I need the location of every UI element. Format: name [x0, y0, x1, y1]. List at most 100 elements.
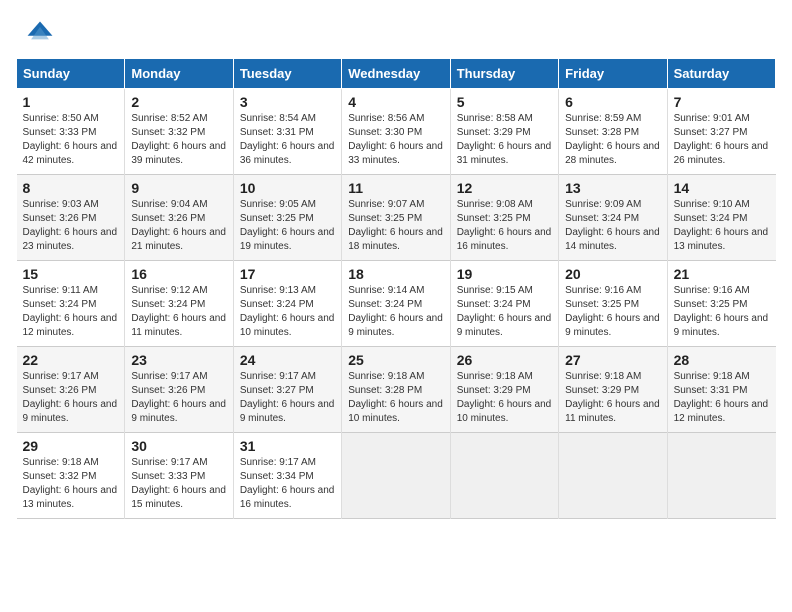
day-info: Sunrise: 9:12 AM Sunset: 3:24 PM Dayligh…: [131, 284, 226, 340]
day-info: Sunrise: 9:17 AM Sunset: 3:27 PM Dayligh…: [240, 370, 335, 426]
day-number: 14: [674, 180, 770, 196]
day-number: 25: [348, 352, 443, 368]
calendar-cell: 11 Sunrise: 9:07 AM Sunset: 3:25 PM Dayl…: [342, 175, 450, 261]
calendar-cell: 21 Sunrise: 9:16 AM Sunset: 3:25 PM Dayl…: [667, 261, 775, 347]
day-number: 19: [457, 266, 552, 282]
day-number: 29: [23, 438, 119, 454]
calendar-cell: 30 Sunrise: 9:17 AM Sunset: 3:33 PM Dayl…: [125, 433, 233, 519]
day-number: 22: [23, 352, 119, 368]
calendar-cell: [450, 433, 558, 519]
day-info: Sunrise: 9:17 AM Sunset: 3:26 PM Dayligh…: [131, 370, 226, 426]
day-number: 27: [565, 352, 660, 368]
day-number: 7: [674, 94, 770, 110]
day-number: 8: [23, 180, 119, 196]
day-number: 6: [565, 94, 660, 110]
day-info: Sunrise: 9:18 AM Sunset: 3:31 PM Dayligh…: [674, 370, 770, 426]
calendar-cell: 16 Sunrise: 9:12 AM Sunset: 3:24 PM Dayl…: [125, 261, 233, 347]
day-info: Sunrise: 9:07 AM Sunset: 3:25 PM Dayligh…: [348, 198, 443, 254]
calendar-cell: 28 Sunrise: 9:18 AM Sunset: 3:31 PM Dayl…: [667, 347, 775, 433]
calendar-cell: 13 Sunrise: 9:09 AM Sunset: 3:24 PM Dayl…: [559, 175, 667, 261]
logo: [24, 18, 60, 50]
day-info: Sunrise: 9:13 AM Sunset: 3:24 PM Dayligh…: [240, 284, 335, 340]
calendar-cell: 27 Sunrise: 9:18 AM Sunset: 3:29 PM Dayl…: [559, 347, 667, 433]
day-info: Sunrise: 9:14 AM Sunset: 3:24 PM Dayligh…: [348, 284, 443, 340]
header: [0, 0, 792, 58]
day-info: Sunrise: 8:50 AM Sunset: 3:33 PM Dayligh…: [23, 112, 119, 168]
day-info: Sunrise: 9:01 AM Sunset: 3:27 PM Dayligh…: [674, 112, 770, 168]
calendar-cell: 3 Sunrise: 8:54 AM Sunset: 3:31 PM Dayli…: [233, 89, 341, 175]
calendar-cell: 6 Sunrise: 8:59 AM Sunset: 3:28 PM Dayli…: [559, 89, 667, 175]
day-info: Sunrise: 9:03 AM Sunset: 3:26 PM Dayligh…: [23, 198, 119, 254]
day-info: Sunrise: 9:18 AM Sunset: 3:29 PM Dayligh…: [565, 370, 660, 426]
calendar-header-row: SundayMondayTuesdayWednesdayThursdayFrid…: [17, 59, 776, 89]
day-info: Sunrise: 8:59 AM Sunset: 3:28 PM Dayligh…: [565, 112, 660, 168]
day-number: 28: [674, 352, 770, 368]
day-number: 13: [565, 180, 660, 196]
column-header-monday: Monday: [125, 59, 233, 89]
day-number: 20: [565, 266, 660, 282]
calendar-cell: 8 Sunrise: 9:03 AM Sunset: 3:26 PM Dayli…: [17, 175, 125, 261]
day-number: 18: [348, 266, 443, 282]
column-header-thursday: Thursday: [450, 59, 558, 89]
day-number: 23: [131, 352, 226, 368]
day-number: 10: [240, 180, 335, 196]
calendar-cell: 5 Sunrise: 8:58 AM Sunset: 3:29 PM Dayli…: [450, 89, 558, 175]
day-number: 12: [457, 180, 552, 196]
calendar-week-row: 15 Sunrise: 9:11 AM Sunset: 3:24 PM Dayl…: [17, 261, 776, 347]
calendar-cell: [342, 433, 450, 519]
day-number: 5: [457, 94, 552, 110]
page: SundayMondayTuesdayWednesdayThursdayFrid…: [0, 0, 792, 612]
day-info: Sunrise: 9:18 AM Sunset: 3:29 PM Dayligh…: [457, 370, 552, 426]
column-header-sunday: Sunday: [17, 59, 125, 89]
calendar-cell: 15 Sunrise: 9:11 AM Sunset: 3:24 PM Dayl…: [17, 261, 125, 347]
calendar-cell: 10 Sunrise: 9:05 AM Sunset: 3:25 PM Dayl…: [233, 175, 341, 261]
calendar-cell: 20 Sunrise: 9:16 AM Sunset: 3:25 PM Dayl…: [559, 261, 667, 347]
calendar-cell: 17 Sunrise: 9:13 AM Sunset: 3:24 PM Dayl…: [233, 261, 341, 347]
day-info: Sunrise: 8:54 AM Sunset: 3:31 PM Dayligh…: [240, 112, 335, 168]
day-info: Sunrise: 9:04 AM Sunset: 3:26 PM Dayligh…: [131, 198, 226, 254]
day-info: Sunrise: 9:16 AM Sunset: 3:25 PM Dayligh…: [674, 284, 770, 340]
calendar-week-row: 8 Sunrise: 9:03 AM Sunset: 3:26 PM Dayli…: [17, 175, 776, 261]
day-info: Sunrise: 8:56 AM Sunset: 3:30 PM Dayligh…: [348, 112, 443, 168]
calendar-cell: 1 Sunrise: 8:50 AM Sunset: 3:33 PM Dayli…: [17, 89, 125, 175]
calendar-cell: 2 Sunrise: 8:52 AM Sunset: 3:32 PM Dayli…: [125, 89, 233, 175]
calendar-cell: 12 Sunrise: 9:08 AM Sunset: 3:25 PM Dayl…: [450, 175, 558, 261]
day-number: 1: [23, 94, 119, 110]
calendar-cell: 31 Sunrise: 9:17 AM Sunset: 3:34 PM Dayl…: [233, 433, 341, 519]
day-info: Sunrise: 9:18 AM Sunset: 3:32 PM Dayligh…: [23, 456, 119, 512]
day-info: Sunrise: 9:17 AM Sunset: 3:33 PM Dayligh…: [131, 456, 226, 512]
column-header-wednesday: Wednesday: [342, 59, 450, 89]
day-number: 30: [131, 438, 226, 454]
calendar-cell: [667, 433, 775, 519]
day-number: 26: [457, 352, 552, 368]
column-header-saturday: Saturday: [667, 59, 775, 89]
day-info: Sunrise: 8:58 AM Sunset: 3:29 PM Dayligh…: [457, 112, 552, 168]
day-info: Sunrise: 9:18 AM Sunset: 3:28 PM Dayligh…: [348, 370, 443, 426]
day-info: Sunrise: 9:11 AM Sunset: 3:24 PM Dayligh…: [23, 284, 119, 340]
day-number: 4: [348, 94, 443, 110]
calendar-week-row: 1 Sunrise: 8:50 AM Sunset: 3:33 PM Dayli…: [17, 89, 776, 175]
calendar-cell: [559, 433, 667, 519]
day-number: 31: [240, 438, 335, 454]
calendar-cell: 7 Sunrise: 9:01 AM Sunset: 3:27 PM Dayli…: [667, 89, 775, 175]
column-header-tuesday: Tuesday: [233, 59, 341, 89]
calendar-cell: 18 Sunrise: 9:14 AM Sunset: 3:24 PM Dayl…: [342, 261, 450, 347]
calendar-cell: 4 Sunrise: 8:56 AM Sunset: 3:30 PM Dayli…: [342, 89, 450, 175]
calendar-cell: 24 Sunrise: 9:17 AM Sunset: 3:27 PM Dayl…: [233, 347, 341, 433]
calendar-cell: 14 Sunrise: 9:10 AM Sunset: 3:24 PM Dayl…: [667, 175, 775, 261]
calendar-cell: 26 Sunrise: 9:18 AM Sunset: 3:29 PM Dayl…: [450, 347, 558, 433]
calendar-wrap: SundayMondayTuesdayWednesdayThursdayFrid…: [0, 58, 792, 535]
calendar-cell: 9 Sunrise: 9:04 AM Sunset: 3:26 PM Dayli…: [125, 175, 233, 261]
day-number: 3: [240, 94, 335, 110]
day-info: Sunrise: 9:09 AM Sunset: 3:24 PM Dayligh…: [565, 198, 660, 254]
day-number: 16: [131, 266, 226, 282]
logo-icon: [24, 18, 56, 50]
calendar-cell: 23 Sunrise: 9:17 AM Sunset: 3:26 PM Dayl…: [125, 347, 233, 433]
day-info: Sunrise: 9:15 AM Sunset: 3:24 PM Dayligh…: [457, 284, 552, 340]
day-number: 21: [674, 266, 770, 282]
calendar-week-row: 22 Sunrise: 9:17 AM Sunset: 3:26 PM Dayl…: [17, 347, 776, 433]
day-info: Sunrise: 9:17 AM Sunset: 3:34 PM Dayligh…: [240, 456, 335, 512]
day-number: 2: [131, 94, 226, 110]
day-number: 9: [131, 180, 226, 196]
day-info: Sunrise: 8:52 AM Sunset: 3:32 PM Dayligh…: [131, 112, 226, 168]
